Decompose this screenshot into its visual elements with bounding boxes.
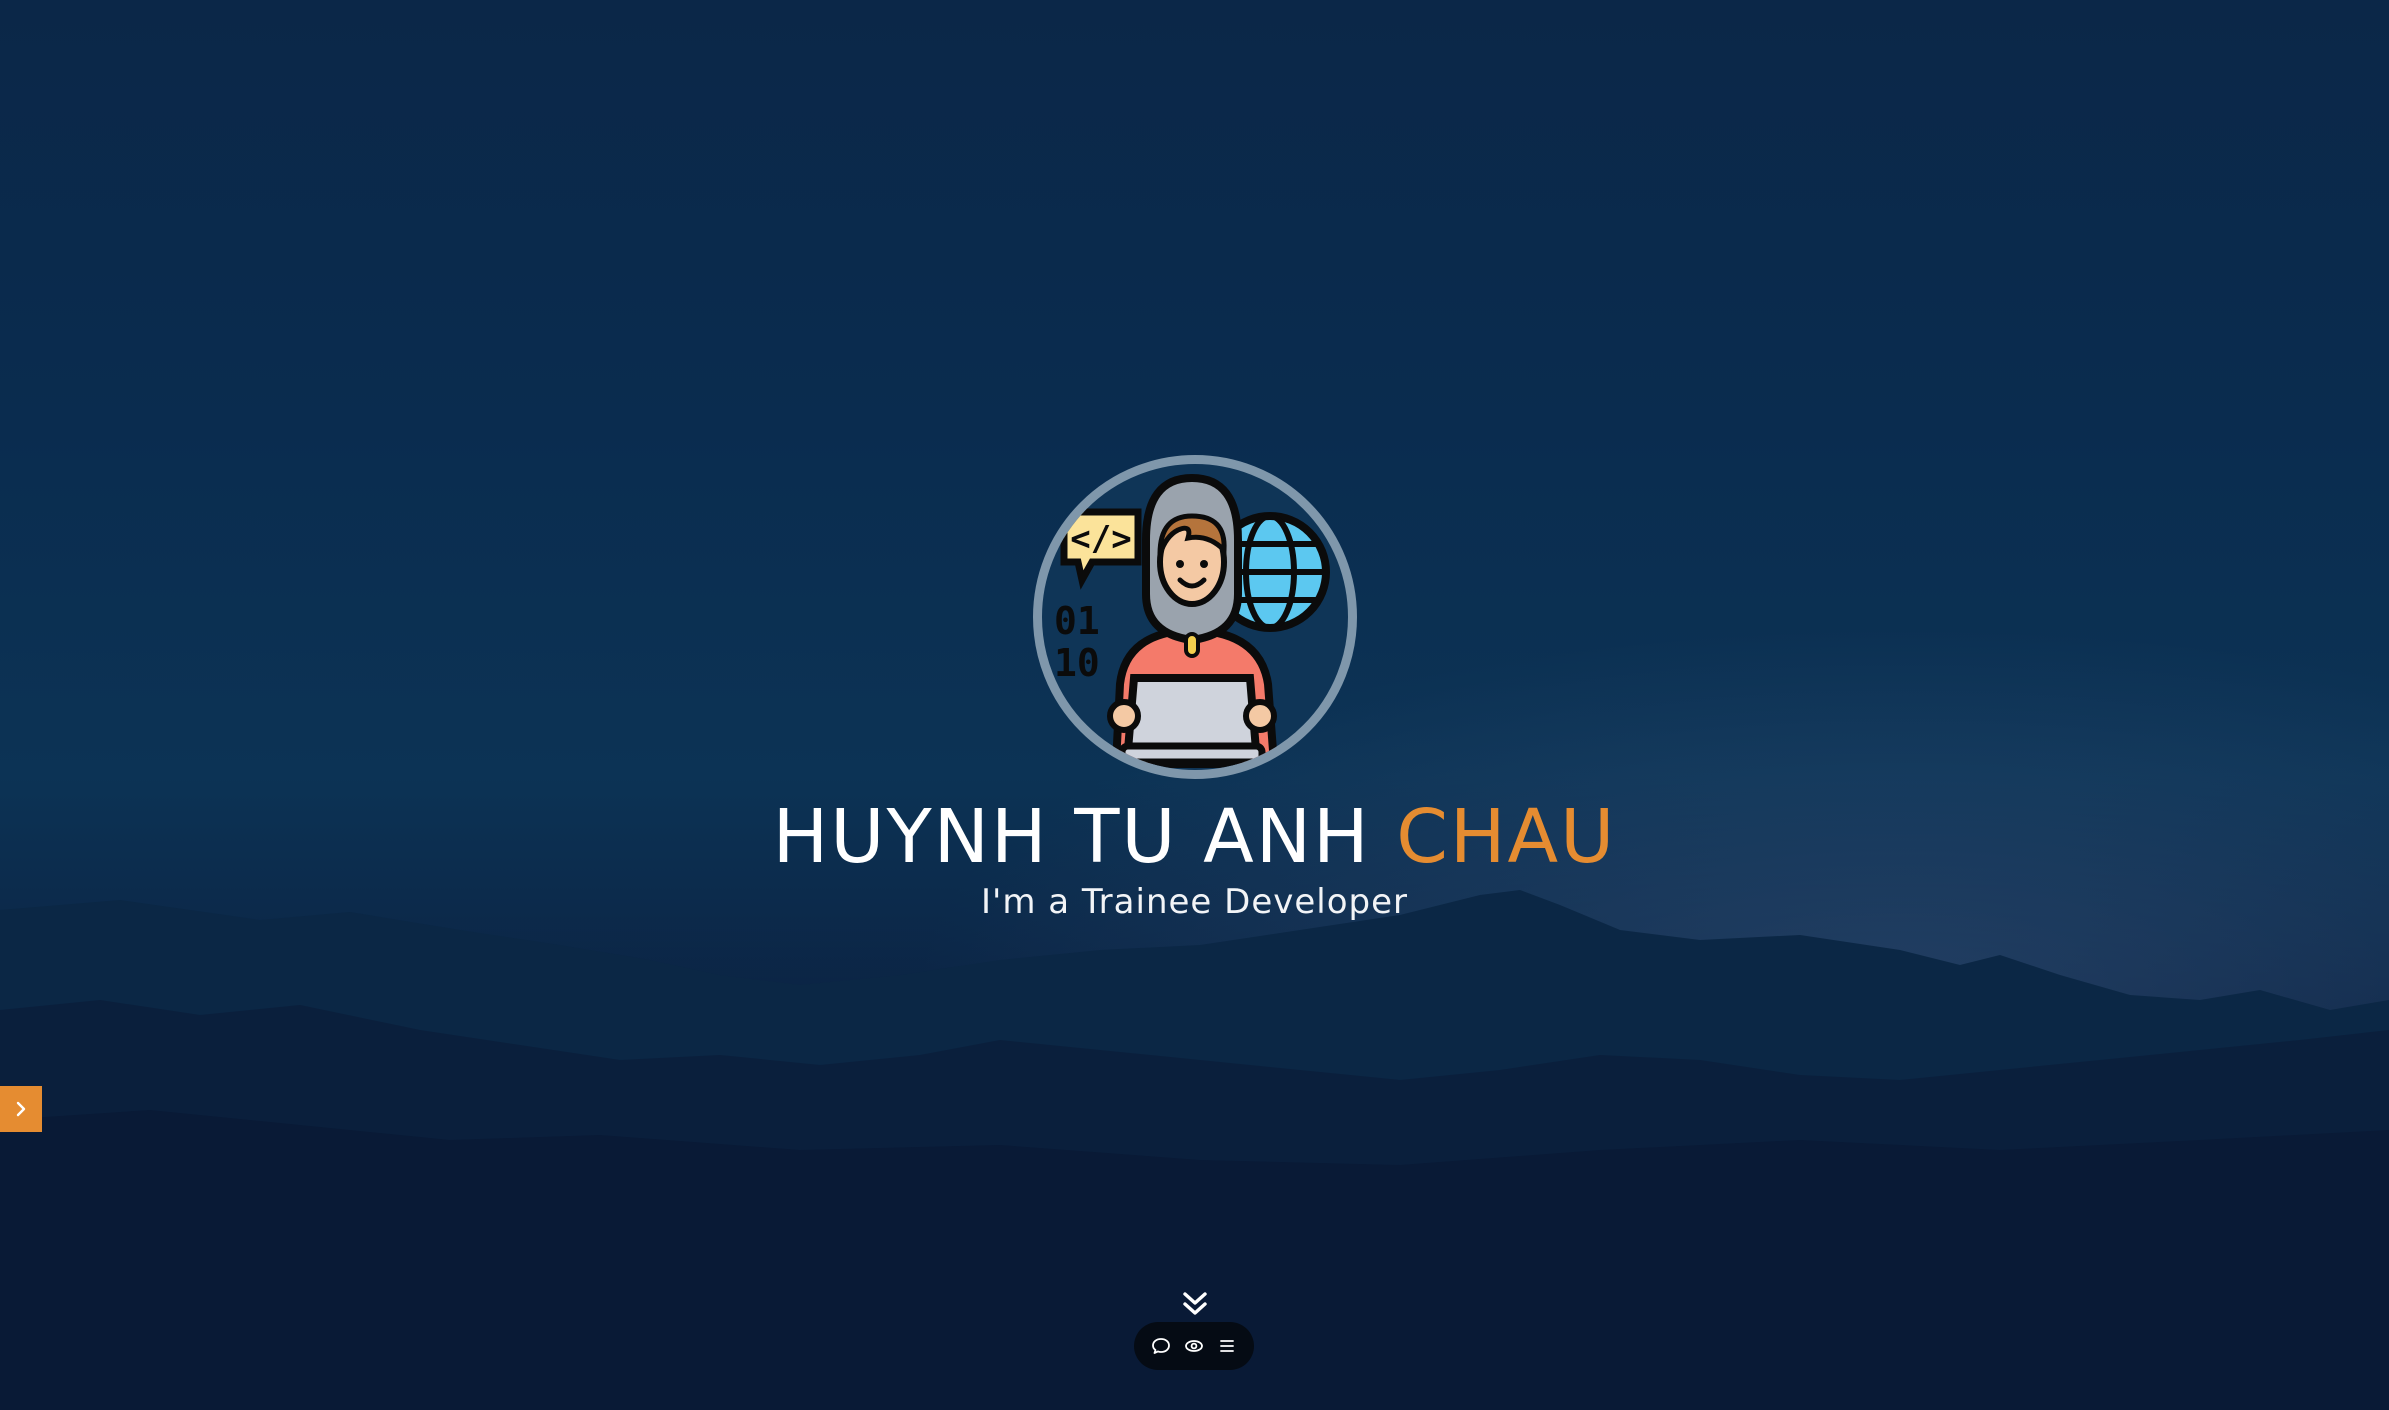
bottom-toolbar [1134, 1322, 1254, 1370]
role-subtitle: I'm a Trainee Developer [980, 882, 1409, 923]
chevron-right-icon [16, 1101, 26, 1117]
avatar-binary-line-1: 01 [1054, 599, 1100, 643]
eye-icon [1185, 1340, 1203, 1352]
chat-button[interactable] [1147, 1332, 1175, 1360]
hero-section: </> 01 10 HUYNH TU ANH CHAU I'm a Traine… [0, 455, 2389, 922]
page-title: HUYNH TU ANH CHAU [0, 794, 2389, 880]
side-panel-toggle-button[interactable] [0, 1086, 42, 1132]
avatar-illustration: </> 01 10 [1054, 473, 1330, 768]
name-accent: CHAU [1396, 794, 1617, 880]
scroll-down-button[interactable] [1177, 1288, 1213, 1322]
menu-button[interactable] [1213, 1332, 1241, 1360]
chat-bubble-icon [1152, 1338, 1170, 1354]
avatar-code-text: </> [1070, 519, 1131, 559]
double-chevron-down-icon [1183, 1292, 1207, 1315]
menu-icon [1220, 1340, 1234, 1352]
name-main: HUYNH TU ANH [772, 794, 1371, 880]
developer-avatar-icon: </> 01 10 [1032, 455, 1357, 779]
view-button[interactable] [1180, 1332, 1208, 1360]
avatar-binary-line-2: 10 [1054, 641, 1100, 685]
